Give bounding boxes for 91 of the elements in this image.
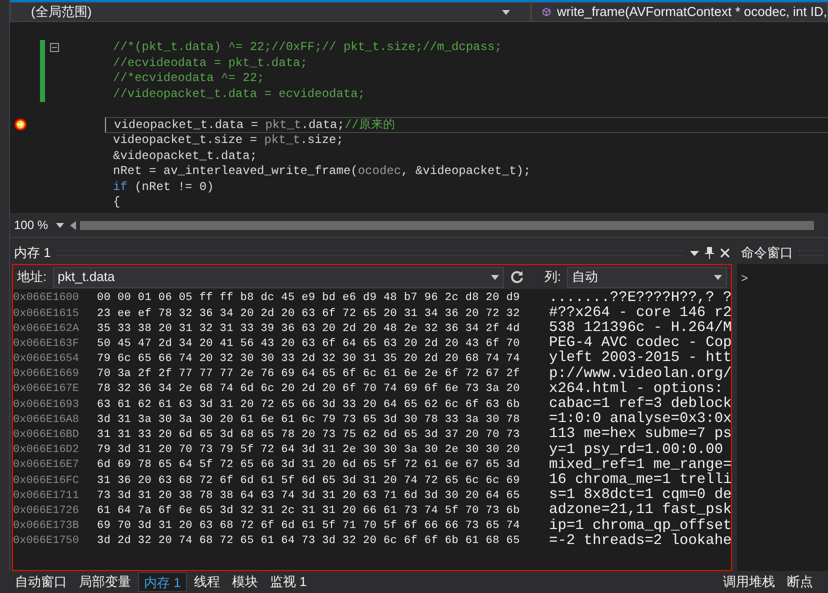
panel-tab[interactable]: 调用堆栈 bbox=[718, 572, 780, 592]
memory-bytes: 50 45 47 2d 34 20 41 56 43 20 63 6f 64 65 63 20 2d 20 43 6f 70 bbox=[97, 336, 520, 352]
memory-address: 0x066E1711 bbox=[13, 488, 80, 504]
memory-address: 0x066E16E7 bbox=[13, 458, 80, 474]
memory-bytes: 73 3d 31 20 38 78 38 64 63 74 3d 31 20 63 71 6d 3d 30 20 64 65 bbox=[97, 488, 520, 504]
memory-bytes: 79 6c 65 66 74 20 32 30 30 33 2d 32 30 31 35 20 2d 20 68 74 74 bbox=[97, 352, 520, 368]
cube-icon bbox=[542, 6, 552, 18]
memory-address: 0x066E1669 bbox=[13, 367, 80, 382]
memory-bytes: 63 61 62 61 63 3d 31 20 72 65 66 3d 33 20 64 65 62 6c 6f 63 6b bbox=[97, 398, 520, 413]
memory-address: 0x066E1654 bbox=[13, 352, 80, 368]
columns-label: 列: bbox=[544, 268, 561, 286]
dropdown-caret-icon bbox=[502, 10, 510, 14]
memory-bytes: 3d 31 3a 30 3a 30 20 61 6e 61 6c 79 73 65 3d 30 78 33 3a 30 78 bbox=[97, 412, 520, 428]
memory-bytes: 00 00 01 06 05 ff ff b8 dc 45 e9 bd e6 d9 48 b7 96 2c d8 20 d9 bbox=[97, 291, 520, 306]
memory-bytes: 23 ee ef 78 32 36 34 20 2d 20 63 6f 72 65 20 31 34 36 20 72 32 bbox=[97, 306, 520, 322]
dropdown-caret-icon bbox=[491, 274, 500, 280]
memory-text: 538 121396c - H.264/M bbox=[549, 319, 731, 336]
memory-text: PEG-4 AVC codec - Cop bbox=[549, 334, 731, 352]
memory-address: 0x066E16A8 bbox=[13, 412, 80, 428]
code-line: if (nRet != 0) bbox=[113, 178, 214, 196]
memory-address: 0x066E163F bbox=[13, 336, 80, 352]
dropdown-caret-icon bbox=[714, 274, 722, 280]
close-icon[interactable] bbox=[720, 248, 730, 258]
memory-address: 0x066E1600 bbox=[13, 291, 80, 306]
code-line: //videopacket_t.data = ecvideodata; bbox=[113, 86, 366, 103]
memory-bytes: 78 32 36 34 2e 68 74 6d 6c 20 2d 20 6f 70 74 69 6f 6e 73 3a 20 bbox=[97, 382, 520, 398]
scroll-left-icon[interactable] bbox=[70, 220, 76, 230]
panel-tab[interactable]: 模块 bbox=[226, 572, 263, 592]
panel-tab[interactable]: 断点 bbox=[782, 572, 818, 592]
memory-bytes: 31 36 20 63 68 72 6f 6d 61 5f 6d 65 3d 31 20 74 72 65 6c 6c 69 bbox=[97, 474, 520, 489]
memory-bytes: 31 31 33 20 6d 65 3d 68 65 78 20 73 75 62 6d 65 3d 37 20 70 73 bbox=[97, 428, 520, 444]
dropdown-caret-icon bbox=[56, 222, 64, 228]
dropdown-caret-icon[interactable] bbox=[690, 250, 699, 256]
code-line: //ecvideodata = pkt_t.data; bbox=[113, 54, 308, 72]
address-field[interactable]: pkt_t.data bbox=[52, 266, 504, 288]
memory-address: 0x066E1615 bbox=[13, 306, 80, 322]
memory-address: 0x066E1750 bbox=[13, 534, 80, 550]
memory-text: adzone=21,11 fast_psk bbox=[549, 501, 731, 518]
memory-address: 0x066E16D2 bbox=[13, 443, 80, 458]
memory-text: .......??E????H??,? ? bbox=[549, 289, 731, 306]
panel-title: 命令窗口 bbox=[741, 244, 793, 262]
memory-address: 0x066E167E bbox=[13, 382, 80, 398]
memory-text: #??x264 - core 146 r2 bbox=[549, 304, 731, 321]
horizontal-scrollbar[interactable] bbox=[80, 220, 814, 230]
code-line: nRet = av_interleaved_write_frame(ocodec, &videopacket_t); bbox=[113, 163, 531, 180]
panel-title: 内存 1 bbox=[14, 244, 51, 262]
panel-tab[interactable]: 内存 1 bbox=[138, 572, 187, 592]
function-dropdown[interactable]: write_frame(AVFormatContext * ocodec, int ID, bbox=[531, 2, 828, 22]
panel-tab[interactable]: 局部变量 bbox=[74, 572, 136, 592]
zoom-dropdown[interactable]: 100 % bbox=[12, 216, 66, 234]
memory-bytes: 79 3d 31 20 70 73 79 5f 72 64 3d 31 2e 30 30 3a 30 2e 30 30 20 bbox=[97, 443, 520, 458]
memory-address: 0x066E162A bbox=[13, 322, 80, 337]
columns-dropdown[interactable]: 自动 bbox=[567, 266, 727, 288]
memory-bytes: 3d 2d 32 20 74 68 72 65 61 64 73 3d 32 20 6c 6f 6f 6b 61 68 65 bbox=[97, 534, 520, 550]
command-prompt: > bbox=[741, 271, 748, 285]
memory-text: ip=1 chroma_qp_offset bbox=[549, 516, 731, 534]
memory-text: yleft 2003-2015 - htt bbox=[549, 349, 731, 366]
memory-text: =-2 threads=2 lookahe bbox=[549, 532, 731, 551]
memory-bytes: 35 33 38 20 31 32 31 33 39 36 63 20 2d 20 48 2e 32 36 34 2f 4d bbox=[97, 322, 520, 337]
collapse-icon[interactable] bbox=[50, 42, 58, 52]
memory-address: 0x066E16BD bbox=[13, 428, 80, 444]
memory-text: s=1 8x8dct=1 cqm=0 de bbox=[549, 486, 731, 504]
address-label: 地址: bbox=[17, 268, 47, 286]
memory-text: x264.html - options: bbox=[549, 380, 724, 397]
code-line: videopacket_t.data = pkt_t.data;//原来的 bbox=[114, 116, 395, 134]
memory-text: cabac=1 ref=3 deblock bbox=[549, 395, 731, 412]
code-line: //*(pkt_t.data) ^= 22;//0xFF;// pkt_t.size;//m_dcpass; bbox=[113, 39, 502, 56]
memory-address: 0x066E1726 bbox=[13, 504, 80, 519]
memory-text: =1:0:0 analyse=0x3:0x bbox=[549, 410, 731, 428]
memory-address: 0x066E16FC bbox=[13, 474, 80, 489]
memory-bytes: 69 70 3d 31 20 63 68 72 6f 6d 61 5f 71 70 5f 6f 66 66 73 65 74 bbox=[97, 519, 520, 534]
panel-tab[interactable]: 线程 bbox=[188, 572, 225, 592]
memory-text: 113 me=hex subme=7 ps bbox=[549, 425, 731, 442]
memory-address: 0x066E173B bbox=[13, 519, 80, 534]
memory-bytes: 6d 69 78 65 64 5f 72 65 66 3d 31 20 6d 65 5f 72 61 6e 67 65 3d bbox=[97, 458, 520, 474]
code-line: { bbox=[113, 194, 120, 212]
panel-tab[interactable]: 监视 1 bbox=[264, 572, 312, 592]
code-line: videopacket_t.size = pkt_t.size; bbox=[113, 132, 344, 150]
memory-bytes: 61 64 7a 6f 6e 65 3d 32 31 2c 31 31 20 66 61 73 74 5f 70 73 6b bbox=[97, 504, 520, 519]
refresh-icon[interactable] bbox=[510, 270, 524, 284]
scope-dropdown[interactable]: (全局范围) bbox=[10, 2, 531, 22]
memory-text: y=1 psy_rd=1.00:0.00 bbox=[549, 440, 724, 458]
panel-tab[interactable]: 自动窗口 bbox=[10, 572, 72, 592]
memory-text: p://www.videolan.org/ bbox=[549, 364, 731, 382]
memory-bytes: 70 3a 2f 2f 77 77 77 2e 76 69 64 65 6f 6c 61 6e 2e 6f 72 67 2f bbox=[97, 367, 520, 382]
memory-text: mixed_ref=1 me_range= bbox=[549, 456, 731, 473]
code-line: //*ecvideodata ^= 22; bbox=[113, 70, 264, 88]
memory-address: 0x066E1693 bbox=[13, 398, 80, 413]
memory-text: 16 chroma_me=1 trelli bbox=[549, 471, 731, 488]
pin-icon[interactable] bbox=[705, 247, 714, 259]
code-line: &videopacket_t.data; bbox=[113, 148, 258, 165]
